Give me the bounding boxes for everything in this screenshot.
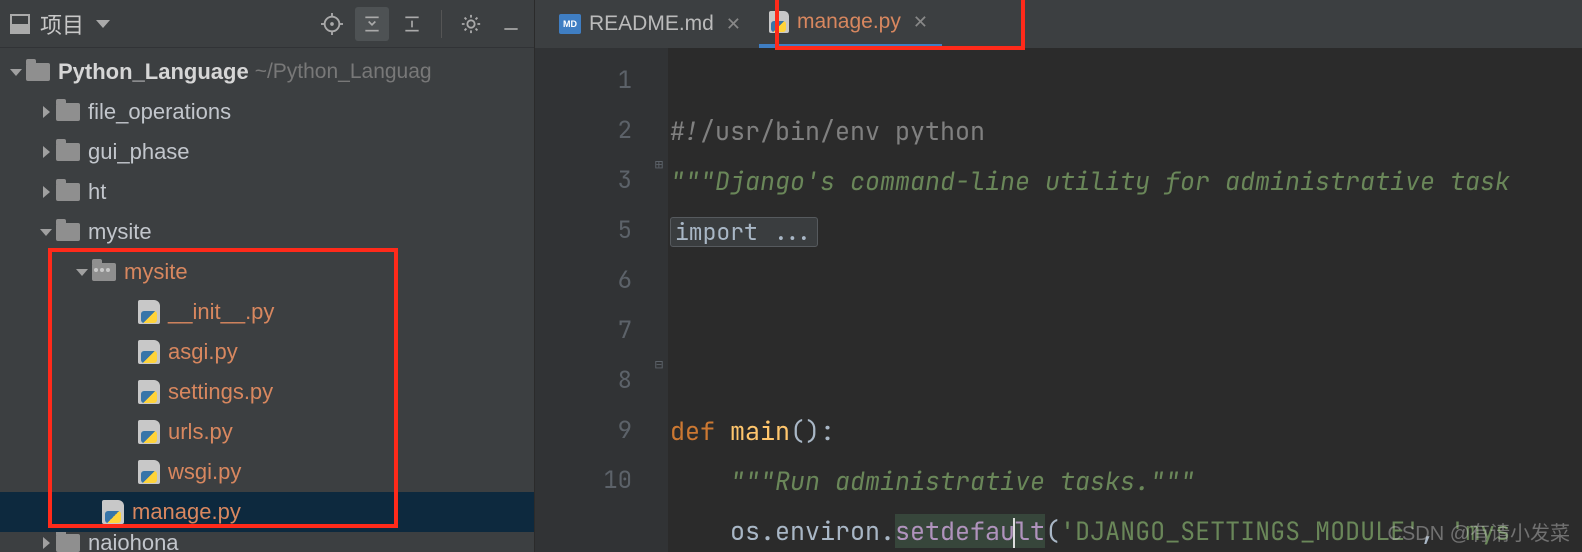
project-title[interactable]: 项目 [40, 8, 84, 40]
tree-row-root[interactable]: Python_Language ~/Python_Languag [0, 52, 534, 92]
line-number: 10 [535, 456, 632, 506]
python-file-icon [138, 420, 160, 444]
chevron-right-icon[interactable] [36, 142, 56, 162]
folder-icon [26, 63, 50, 81]
tab-label: manage.py [797, 10, 901, 34]
python-file-icon [138, 460, 160, 484]
line-number: 8 [535, 356, 632, 406]
tree-row[interactable]: naiohona [0, 532, 534, 552]
chevron-down-icon[interactable] [36, 222, 56, 242]
tree-label: wsgi.py [168, 459, 241, 485]
editor-area: README.md ✕ manage.py ✕ 1 2 3 5 6 7 8 9 … [535, 0, 1582, 552]
folder-icon [56, 534, 80, 552]
chevron-right-icon[interactable] [36, 533, 56, 552]
tab-readme[interactable]: README.md ✕ [549, 0, 755, 48]
tree-row[interactable]: mysite [0, 252, 534, 292]
tree-row[interactable]: gui_phase [0, 132, 534, 172]
editor-tabs: README.md ✕ manage.py ✕ [535, 0, 1582, 48]
code-docstring: """Run administrative tasks.""" [730, 464, 1195, 498]
code-text: os.environ. [730, 514, 895, 548]
line-number: 5 [535, 206, 632, 256]
tree-row-selected[interactable]: manage.py [0, 492, 534, 532]
chevron-down-icon[interactable] [96, 20, 110, 28]
code-text: ( [1045, 514, 1060, 548]
tree-label: settings.py [168, 379, 273, 405]
gear-icon[interactable] [454, 7, 488, 41]
tree-path-hint: ~/Python_Languag [255, 60, 432, 84]
python-file-icon [102, 500, 124, 524]
tree-label: urls.py [168, 419, 233, 445]
chevron-right-icon[interactable] [36, 102, 56, 122]
tree-row[interactable]: settings.py [0, 372, 534, 412]
tree-row[interactable]: asgi.py [0, 332, 534, 372]
line-number: 6 [535, 256, 632, 306]
target-icon[interactable] [315, 7, 349, 41]
folder-icon [56, 223, 80, 241]
line-number: 7 [535, 306, 632, 356]
chevron-down-icon[interactable] [6, 62, 26, 82]
chevron-right-icon[interactable] [36, 182, 56, 202]
tree-label: ht [88, 179, 106, 205]
tree-row[interactable]: __init__.py [0, 292, 534, 332]
minimize-icon[interactable] [494, 7, 528, 41]
tree-label: gui_phase [88, 139, 190, 165]
markdown-file-icon [559, 14, 581, 34]
tree-label: asgi.py [168, 339, 238, 365]
tab-label: README.md [589, 12, 714, 36]
tree-label: mysite [124, 259, 188, 285]
code-text: (): [790, 414, 835, 448]
tree-label: file_operations [88, 99, 231, 125]
code-content[interactable]: #!/usr/bin/env python """Django's comman… [668, 48, 1582, 552]
fold-column[interactable]: ⊞ ⊟ [650, 48, 668, 552]
tree-row[interactable]: ht [0, 172, 534, 212]
tree-row[interactable]: file_operations [0, 92, 534, 132]
folder-icon [56, 143, 80, 161]
tab-manage-py[interactable]: manage.py ✕ [759, 0, 942, 48]
code-editor[interactable]: 1 2 3 5 6 7 8 9 10 ⊞ ⊟ #!/usr/bin/env py… [535, 48, 1582, 552]
package-folder-icon [92, 263, 116, 281]
tree-label: mysite [88, 219, 152, 245]
tree-label: manage.py [132, 499, 241, 525]
close-icon[interactable]: ✕ [726, 14, 741, 35]
tree-label: naiohona [88, 532, 179, 552]
file-tree[interactable]: Python_Language ~/Python_Languag file_op… [0, 48, 534, 552]
code-keyword: def [670, 414, 715, 448]
fold-collapse-icon[interactable]: ⊟ [650, 356, 668, 374]
code-string: 'DJANGO_SETTINGS_MODULE' [1060, 514, 1420, 548]
watermark: CSDN @有请小发菜 [1387, 517, 1570, 546]
project-icon [10, 14, 30, 34]
fold-expand-icon[interactable]: ⊞ [650, 156, 668, 174]
tree-row[interactable]: mysite [0, 212, 534, 252]
tree-row[interactable]: urls.py [0, 412, 534, 452]
folder-icon [56, 183, 80, 201]
python-file-icon [138, 300, 160, 324]
line-number: 3 [535, 156, 632, 206]
folder-icon [56, 103, 80, 121]
code-comment: #!/usr/bin/env python [670, 114, 985, 148]
project-panel-header: 项目 [0, 0, 534, 48]
code-docstring: """Django's command-line utility for adm… [670, 164, 1510, 198]
chevron-down-icon[interactable] [72, 262, 92, 282]
close-icon[interactable]: ✕ [913, 12, 928, 33]
python-file-icon [138, 380, 160, 404]
collapse-icon[interactable] [355, 7, 389, 41]
line-gutter: 1 2 3 5 6 7 8 9 10 [535, 48, 650, 552]
line-number: 1 [535, 56, 632, 106]
python-file-icon [769, 11, 789, 33]
tree-label: Python_Language [58, 59, 249, 85]
expand-icon[interactable] [395, 7, 429, 41]
line-number: 2 [535, 106, 632, 156]
folded-region[interactable]: import ... [670, 217, 818, 247]
python-file-icon [138, 340, 160, 364]
separator [441, 10, 442, 38]
line-number: 9 [535, 406, 632, 456]
project-panel: 项目 Python_Language ~/Python_Languag [0, 0, 535, 552]
tree-row[interactable]: wsgi.py [0, 452, 534, 492]
code-method: lt [1015, 514, 1045, 548]
tree-label: __init__.py [168, 299, 274, 325]
code-function: main [730, 414, 790, 448]
code-method: setdefau [895, 514, 1015, 548]
